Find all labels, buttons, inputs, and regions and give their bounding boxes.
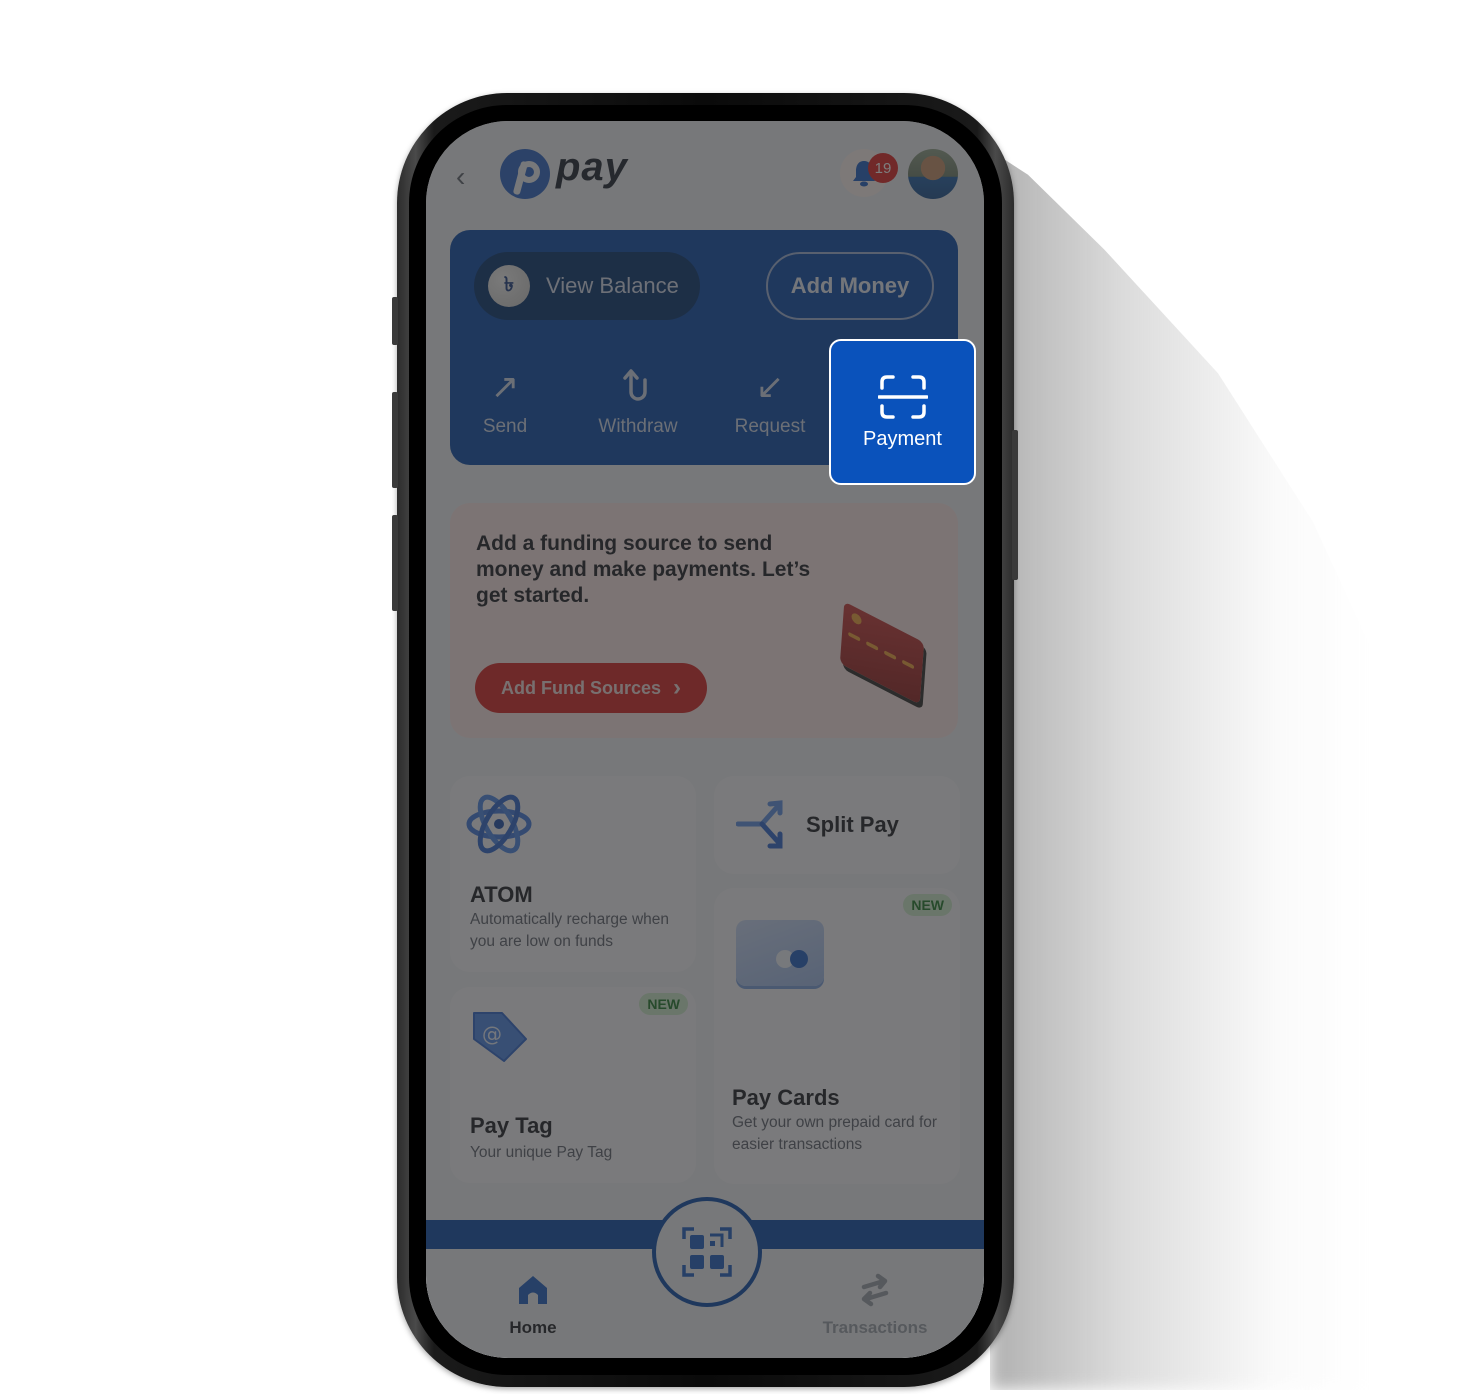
qr-code-icon [682, 1227, 732, 1277]
logo-icon [500, 149, 550, 199]
profile-avatar[interactable] [908, 149, 958, 199]
nav-home-label: Home [509, 1318, 557, 1337]
split-pay-tile[interactable]: Split Pay [714, 776, 960, 874]
side-button-volume-up [392, 392, 398, 488]
chevron-left-icon: ‹ [456, 161, 466, 192]
payment-label: Payment [863, 427, 942, 450]
transfer-arrows-icon [861, 1273, 889, 1307]
nav-home[interactable]: Home [468, 1273, 598, 1338]
atom-title: ATOM [470, 882, 533, 907]
fund-banner-message: Add a funding source to send money and m… [476, 532, 811, 607]
nav-transactions-label: Transactions [822, 1318, 928, 1337]
add-fund-sources-label: Add Fund Sources [500, 677, 661, 698]
u-turn-up-icon [583, 368, 693, 408]
at-tag-icon: @ [473, 1012, 527, 1062]
atom-subtitle: Automatically recharge when you are low … [470, 911, 670, 950]
request-button[interactable]: ↙ Request [715, 368, 825, 438]
pay-card-icon [736, 920, 824, 986]
logo-text: pay [556, 145, 628, 189]
add-fund-sources-button[interactable]: Add Fund Sources › [475, 663, 707, 713]
home-icon [519, 1276, 547, 1304]
payment-button[interactable]: Payment [829, 339, 976, 485]
side-button-power [1012, 430, 1018, 580]
send-label: Send [482, 416, 528, 437]
add-money-button[interactable]: Add Money [766, 252, 934, 320]
scan-icon [877, 374, 928, 419]
nav-transactions[interactable]: Transactions [810, 1273, 940, 1338]
withdraw-label: Withdraw [598, 416, 678, 437]
arrow-down-left-icon: ↙ [755, 368, 785, 406]
pay-cards-title: Pay Cards [732, 1085, 840, 1110]
withdraw-button[interactable]: Withdraw [583, 368, 693, 438]
pay-tag-subtitle: Your unique Pay Tag [470, 1144, 613, 1161]
chevron-right-icon: › [673, 674, 681, 701]
side-button-mute [392, 297, 398, 345]
credit-card-illustration [839, 601, 925, 705]
split-pay-title: Split Pay [806, 812, 899, 837]
view-balance-button[interactable]: ৳ View Balance [474, 252, 700, 320]
split-arrows-icon [736, 800, 783, 849]
back-button[interactable]: ‹ [456, 161, 465, 193]
atom-icon [466, 794, 532, 854]
pay-cards-tile[interactable]: NEW Pay Cards Get your own prepaid card … [714, 888, 960, 1184]
svg-text:@: @ [482, 1022, 502, 1046]
phone-shadow [990, 150, 1370, 1390]
pay-tag-title: Pay Tag [470, 1113, 553, 1138]
fund-source-banner: Add a funding source to send money and m… [450, 503, 958, 738]
send-button[interactable]: ↗ Send [450, 368, 560, 438]
arrow-up-right-icon: ↗ [490, 368, 520, 406]
taka-coin-icon: ৳ [488, 265, 530, 307]
view-balance-label: View Balance [546, 273, 679, 298]
side-button-volume-down [392, 515, 398, 611]
pay-tag-tile[interactable]: NEW @ Pay Tag Your unique Pay Tag [450, 987, 696, 1183]
new-badge: NEW [903, 894, 952, 916]
atom-tile[interactable]: ATOM Automatically recharge when you are… [450, 776, 696, 972]
request-label: Request [734, 416, 806, 437]
scan-qr-button[interactable] [652, 1197, 762, 1307]
new-badge: NEW [639, 993, 688, 1015]
notification-count-badge: 19 [868, 153, 898, 183]
pay-cards-subtitle: Get your own prepaid card for easier tra… [732, 1114, 938, 1153]
app-screen: ‹ pay 19 ৳ View Balance Add Money ↗ Send… [426, 121, 984, 1358]
